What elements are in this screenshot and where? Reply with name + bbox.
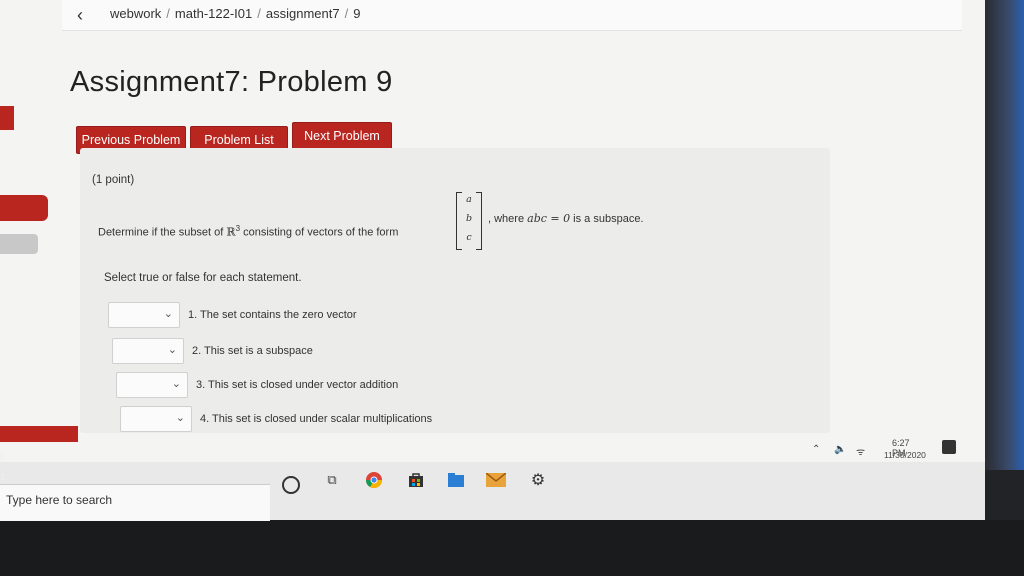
true-false-select[interactable]: ⌄ (116, 372, 188, 398)
cortana-icon[interactable] (282, 476, 300, 494)
chevron-up-icon[interactable]: ⌃ (812, 444, 820, 455)
statement-label: 1. The set contains the zero vector (188, 309, 357, 321)
breadcrumb-separator: / (344, 6, 349, 21)
volume-icon[interactable]: 🔈 (834, 444, 846, 455)
chrome-icon[interactable] (364, 470, 384, 490)
taskbar-search[interactable]: Type here to search (0, 484, 270, 521)
notification-icon[interactable] (942, 440, 956, 454)
sidebar-item[interactable] (0, 426, 78, 442)
gear-icon[interactable]: ⚙ (528, 470, 548, 490)
task-view-icon[interactable]: ⧉ (322, 470, 342, 490)
sidebar-item-active[interactable] (0, 195, 48, 221)
question-condition: abc = 0 (527, 212, 571, 225)
instruction-text: Select true or false for each statement. (104, 272, 302, 284)
clock-date[interactable]: 11/30/2020 (884, 450, 926, 460)
question-text-start: Determine if the subset of ℝ3 consisting… (98, 224, 398, 239)
chevron-down-icon: ⌄ (167, 344, 177, 356)
chevron-left-icon[interactable]: ‹ (66, 2, 94, 28)
breadcrumb-separator: / (257, 6, 261, 21)
question-mid: consisting of vectors of the form (243, 226, 399, 239)
statement-row: ⌄ 1. The set contains the zero vector (108, 302, 357, 328)
breadcrumb-webwork[interactable]: webwork (110, 6, 161, 21)
browser-screen: ‹ webwork / math-122-I01 / assignment7 / 9 Ass… (0, 0, 1000, 470)
store-icon[interactable] (406, 470, 426, 490)
sidebar-item[interactable] (0, 234, 38, 254)
vector-entry-a: a (466, 194, 472, 205)
question-text-end: , where abc = 0 is a subspace. (488, 212, 644, 225)
set-symbol: ℝ (226, 225, 236, 239)
mail-icon[interactable] (486, 470, 506, 490)
true-false-select[interactable]: ⌄ (120, 406, 192, 432)
breadcrumb-assignment[interactable]: assignment7 (266, 6, 340, 21)
breadcrumb-problem: 9 (353, 6, 361, 21)
breadcrumb-separator: / (166, 6, 170, 21)
true-false-select[interactable]: ⌄ (108, 302, 180, 328)
column-vector: a b c (456, 192, 482, 250)
statement-label: 3. This set is closed under vector addit… (196, 379, 399, 391)
side-number: 1 (0, 472, 6, 483)
chevron-down-icon: ⌄ (163, 308, 173, 320)
network-icon[interactable]: ᯤ (856, 444, 865, 458)
question-pre: Determine if the subset of (98, 226, 224, 239)
statement-label: 4. This set is closed under scalar multi… (200, 413, 433, 425)
points-label: (1 point) (92, 174, 135, 186)
monitor-bezel-base (0, 520, 1024, 576)
sidebar-item[interactable] (0, 106, 14, 130)
statement-row: ⌄ 4. This set is closed under scalar mul… (120, 406, 432, 432)
chevron-down-icon: ⌄ (171, 378, 181, 390)
file-explorer-icon[interactable] (446, 470, 466, 490)
vector-entry-c: c (466, 232, 472, 243)
statement-row: ⌄ 2. This set is a subspace (112, 338, 313, 364)
breadcrumb-bar: ‹ webwork / math-122-I01 / assignment7 / 9 (62, 0, 962, 31)
question-post-2: is a subspace. (573, 213, 644, 225)
statement-row: ⌄ 3. This set is closed under vector add… (116, 372, 398, 398)
question-post-1: , where (488, 213, 525, 225)
chevron-down-icon: ⌄ (175, 412, 185, 424)
true-false-select[interactable]: ⌄ (112, 338, 184, 364)
next-problem-button[interactable]: Next Problem (292, 122, 392, 150)
page-title: Assignment7: Problem 9 (70, 66, 393, 98)
breadcrumb-course[interactable]: math-122-I01 (175, 6, 252, 21)
breadcrumb: webwork / math-122-I01 / assignment7 / 9 (110, 6, 360, 21)
search-placeholder: Type here to search (6, 493, 113, 507)
statement-label: 2. This set is a subspace (192, 345, 313, 357)
set-exponent: 3 (235, 224, 241, 233)
vector-entry-b: b (465, 213, 473, 224)
